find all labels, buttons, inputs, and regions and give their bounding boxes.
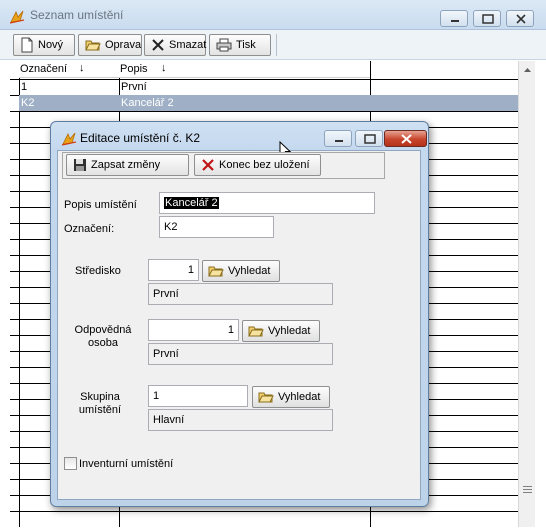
oznaceni-input[interactable]: K2 (159, 216, 274, 238)
skupina-name-field: Hlavní (148, 409, 333, 431)
print-button-label: Tisk (236, 39, 256, 51)
save-changes-button[interactable]: Zapsat změny (66, 154, 189, 176)
inventory-label[interactable]: Inventurní umístění (79, 458, 173, 470)
cell-code: K2 (21, 97, 35, 109)
close-without-saving-label: Konec bez uložení (219, 159, 310, 171)
dialog-title: Editace umístění č. K2 (80, 131, 201, 145)
close-button[interactable] (506, 10, 534, 27)
odpovedna-label-line2: osoba (88, 337, 118, 349)
oznaceni-value: K2 (164, 221, 178, 233)
lookup-label: Vyhledat (268, 325, 311, 337)
odpovedna-value: 1 (227, 324, 234, 336)
new-button-label: Nový (38, 39, 64, 51)
stredisko-name: První (153, 288, 179, 300)
maximize-icon (364, 134, 376, 144)
app-logo-icon (9, 10, 25, 24)
odpovedna-name-field: První (148, 343, 333, 365)
stredisko-lookup-button[interactable]: Vyhledat (202, 260, 280, 282)
save-changes-label: Zapsat změny (91, 159, 161, 171)
dialog-minimize-button[interactable] (324, 130, 352, 147)
oznaceni-label: Označení: (64, 223, 115, 235)
sort-arrow-icon: ↓ (79, 62, 85, 74)
odpovedna-lookup-button[interactable]: Vyhledat (242, 320, 320, 342)
new-button[interactable]: Nový (13, 34, 75, 56)
print-button[interactable]: Tisk (209, 34, 271, 56)
column-header-oznaceni[interactable]: Označení ↓ (19, 61, 119, 78)
table-row-selected[interactable]: K2 Kancelář 2 (19, 95, 518, 111)
sort-arrow-icon: ↓ (161, 62, 167, 74)
dialog-close-button[interactable] (384, 130, 427, 147)
stredisko-label: Středisko (75, 265, 121, 277)
open-folder-icon (208, 266, 224, 277)
skupina-lookup-button[interactable]: Vyhledat (252, 386, 330, 408)
odpovedna-label-line1: Odpovědná (74, 324, 132, 336)
odpovedna-name: První (153, 348, 179, 360)
open-folder-icon (248, 326, 264, 337)
edit-button-label: Oprava (105, 39, 142, 51)
stredisko-input[interactable]: 1 (148, 259, 199, 281)
floppy-disk-icon (74, 159, 86, 171)
odpovedna-osoba-label: Odpovědná osoba (72, 324, 134, 350)
dialog-maximize-button[interactable] (355, 130, 383, 147)
open-folder-icon (85, 40, 101, 51)
table-row[interactable]: 1 První (19, 79, 518, 94)
odpovedna-osoba-input[interactable]: 1 (148, 319, 239, 341)
close-without-saving-button[interactable]: Konec bez uložení (194, 154, 321, 176)
skupina-label-line2: umístění (78, 404, 122, 416)
skupina-label-line1: Skupina (80, 391, 120, 403)
cell-description: Kancelář 2 (121, 97, 174, 109)
popis-value: Kancelář 2 (164, 197, 219, 209)
delete-button[interactable]: Smazat (144, 34, 206, 56)
red-x-icon (202, 159, 214, 171)
cell-code: 1 (21, 81, 28, 93)
minimize-icon (451, 20, 459, 22)
app-logo-icon (61, 132, 77, 146)
popis-label: Popis umístění (64, 199, 137, 211)
skupina-name: Hlavní (153, 414, 185, 426)
popis-input[interactable]: Kancelář 2 (159, 192, 375, 214)
printer-icon (216, 38, 232, 52)
stredisko-value: 1 (187, 264, 194, 276)
maximize-button[interactable] (473, 10, 501, 27)
close-icon (401, 134, 412, 144)
minimize-icon (335, 140, 343, 142)
new-document-icon (21, 37, 33, 53)
toolbar-separator (276, 34, 277, 56)
minimize-button[interactable] (440, 10, 468, 27)
delete-button-label: Smazat (169, 39, 207, 51)
lookup-label: Vyhledat (278, 391, 321, 403)
stredisko-name-field: První (148, 283, 333, 305)
column-header-oznaceni-label: Označení (20, 63, 68, 75)
maximize-icon (482, 14, 494, 24)
close-icon (516, 14, 526, 24)
delete-x-icon (152, 39, 164, 51)
main-window-title: Seznam umístění (30, 8, 124, 22)
edit-button[interactable]: Oprava (78, 34, 142, 56)
skupina-input[interactable]: 1 (148, 385, 248, 407)
column-header-popis-label: Popis (120, 63, 148, 75)
open-folder-icon (258, 392, 274, 403)
cell-description: První (121, 81, 147, 93)
inventory-checkbox[interactable] (64, 457, 77, 470)
skupina-value: 1 (153, 390, 160, 402)
column-header-popis[interactable]: Popis ↓ (119, 61, 370, 78)
vertical-scrollbar[interactable] (518, 61, 535, 527)
skupina-umisteni-label: Skupina umístění (70, 391, 130, 417)
scrollbar-arrows-icon (523, 68, 532, 493)
lookup-label: Vyhledat (228, 265, 271, 277)
